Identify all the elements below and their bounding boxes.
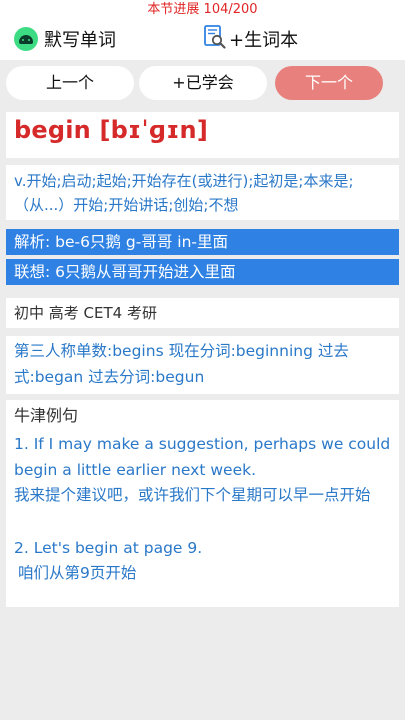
example-sentence-zh: 我来提个建议吧，或许我们下个星期可以早一点开始 bbox=[14, 486, 371, 504]
example-sentence-en: 2. Let's begin at page 9. bbox=[14, 539, 203, 557]
headword-card: begin [bɪˈɡɪn] bbox=[6, 112, 399, 158]
next-word-button[interactable]: 下一个 bbox=[275, 66, 383, 100]
definition-card: v.开始;启动;起始;开始存在(或进行);起初是;本来是;（从...）开始;开始… bbox=[6, 165, 399, 220]
dictation-label: 默写单词 bbox=[44, 30, 116, 51]
top-toolbar: 默写单词 +生词本 bbox=[0, 20, 405, 60]
example-sentence-en: 1. If I may make a suggestion, perhaps w… bbox=[14, 435, 391, 479]
example-sentence-zh: 咱们从第9页开始 bbox=[18, 564, 137, 582]
add-vocab-label: +生词本 bbox=[229, 30, 299, 51]
android-icon bbox=[14, 27, 38, 51]
analysis-text: 解析: be-6只鹅 g-哥哥 in-里面 bbox=[6, 229, 399, 255]
examples-heading: 牛津例句 bbox=[14, 406, 79, 425]
mark-learned-button[interactable]: +已学会 bbox=[139, 66, 267, 100]
dictionary-search-icon bbox=[203, 24, 227, 54]
association-text: 联想: 6只鹅从哥哥开始进入里面 bbox=[6, 259, 399, 285]
progress-indicator: 本节进展 104/200 bbox=[0, 0, 405, 20]
word-forms: 第三人称单数:begins 现在分词:beginning 过去式:began 过… bbox=[14, 342, 349, 386]
definition-text: v.开始;启动;起始;开始存在(或进行);起初是;本来是;（从...）开始;开始… bbox=[14, 172, 354, 214]
previous-word-button[interactable]: 上一个 bbox=[6, 66, 134, 100]
dictation-button[interactable]: 默写单词 bbox=[14, 24, 116, 54]
mnemonic-card: 解析: be-6只鹅 g-哥哥 in-里面 联想: 6只鹅从哥哥开始进入里面 bbox=[6, 229, 399, 287]
level-tags: 初中 高考 CET4 考研 bbox=[14, 304, 157, 322]
word-navigation: 上一个 +已学会 下一个 bbox=[0, 66, 405, 102]
level-tags-card: 初中 高考 CET4 考研 bbox=[6, 298, 399, 328]
add-vocab-button[interactable]: +生词本 bbox=[203, 24, 298, 54]
headword: begin [bɪˈɡɪn] bbox=[14, 116, 209, 144]
examples-card: 牛津例句 1. If I may make a suggestion, perh… bbox=[6, 400, 399, 607]
word-forms-card: 第三人称单数:begins 现在分词:beginning 过去式:began 过… bbox=[6, 336, 399, 394]
